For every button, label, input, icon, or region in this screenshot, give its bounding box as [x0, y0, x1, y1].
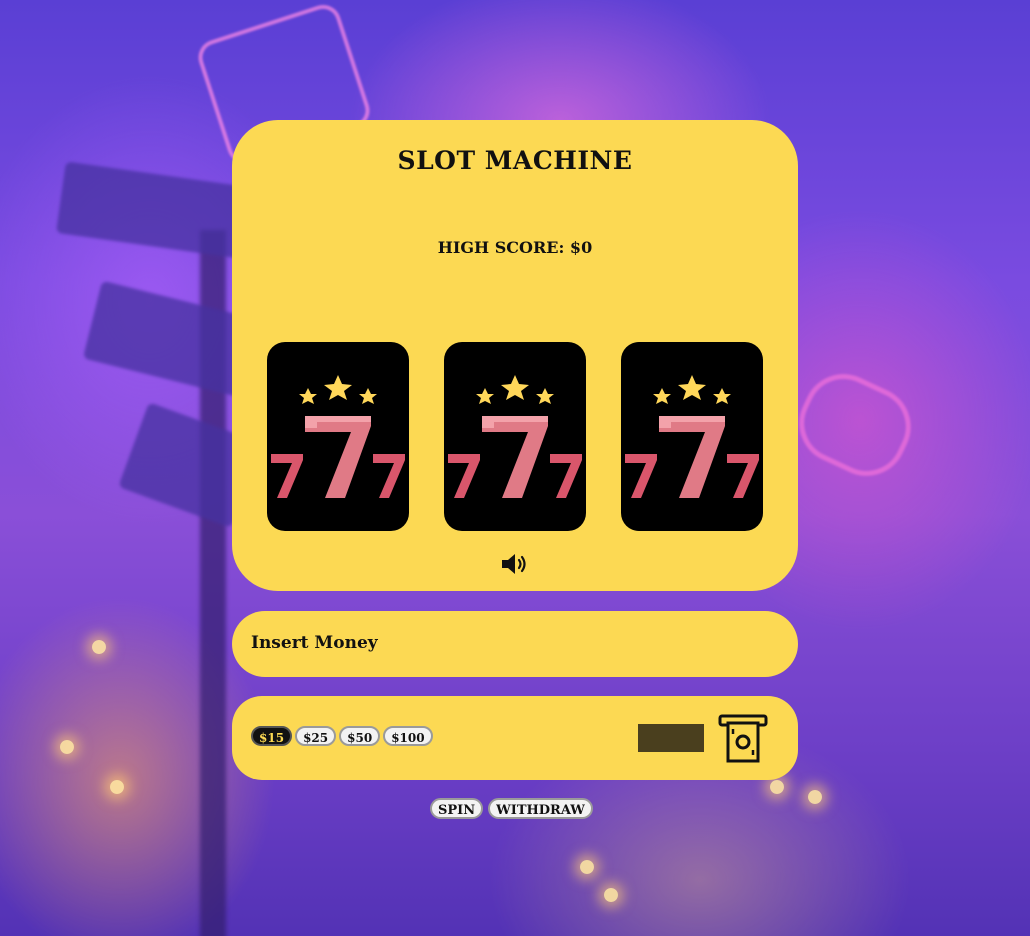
withdraw-button[interactable]: WITHDRAW — [488, 798, 593, 819]
reel-2 — [444, 342, 586, 531]
bokeh-light — [580, 860, 594, 874]
bet-options: $15 $25 $50 $100 — [251, 726, 433, 746]
insert-money-label: Insert Money — [251, 633, 378, 653]
bet-option-15[interactable]: $15 — [251, 726, 293, 746]
bokeh-light — [92, 640, 106, 654]
reel-3 — [621, 342, 763, 531]
speaker-volume-icon[interactable] — [500, 550, 530, 578]
bet-option-100[interactable]: $100 — [383, 726, 433, 746]
bokeh-light — [770, 780, 784, 794]
action-buttons: SPIN WITHDRAW — [430, 798, 593, 819]
neon-sign-decoration — [786, 360, 924, 490]
triple-seven-stars-icon — [625, 375, 759, 498]
spin-button[interactable]: SPIN — [430, 798, 484, 819]
bokeh-light — [110, 780, 124, 794]
bokeh-light — [60, 740, 74, 754]
bokeh-light — [808, 790, 822, 804]
high-score-label: HIGH SCORE: $0 — [437, 238, 593, 257]
bokeh-light — [604, 888, 618, 902]
triple-seven-stars-icon — [271, 375, 405, 498]
page-title: SLOT MACHINE — [397, 146, 633, 175]
triple-seven-stars-icon — [448, 375, 582, 498]
reel-1 — [267, 342, 409, 531]
money-slot[interactable] — [638, 724, 704, 752]
bet-option-25[interactable]: $25 — [295, 726, 337, 746]
bet-option-50[interactable]: $50 — [339, 726, 381, 746]
street-sign-pole — [200, 230, 226, 936]
cash-bill-icon[interactable] — [718, 714, 768, 764]
